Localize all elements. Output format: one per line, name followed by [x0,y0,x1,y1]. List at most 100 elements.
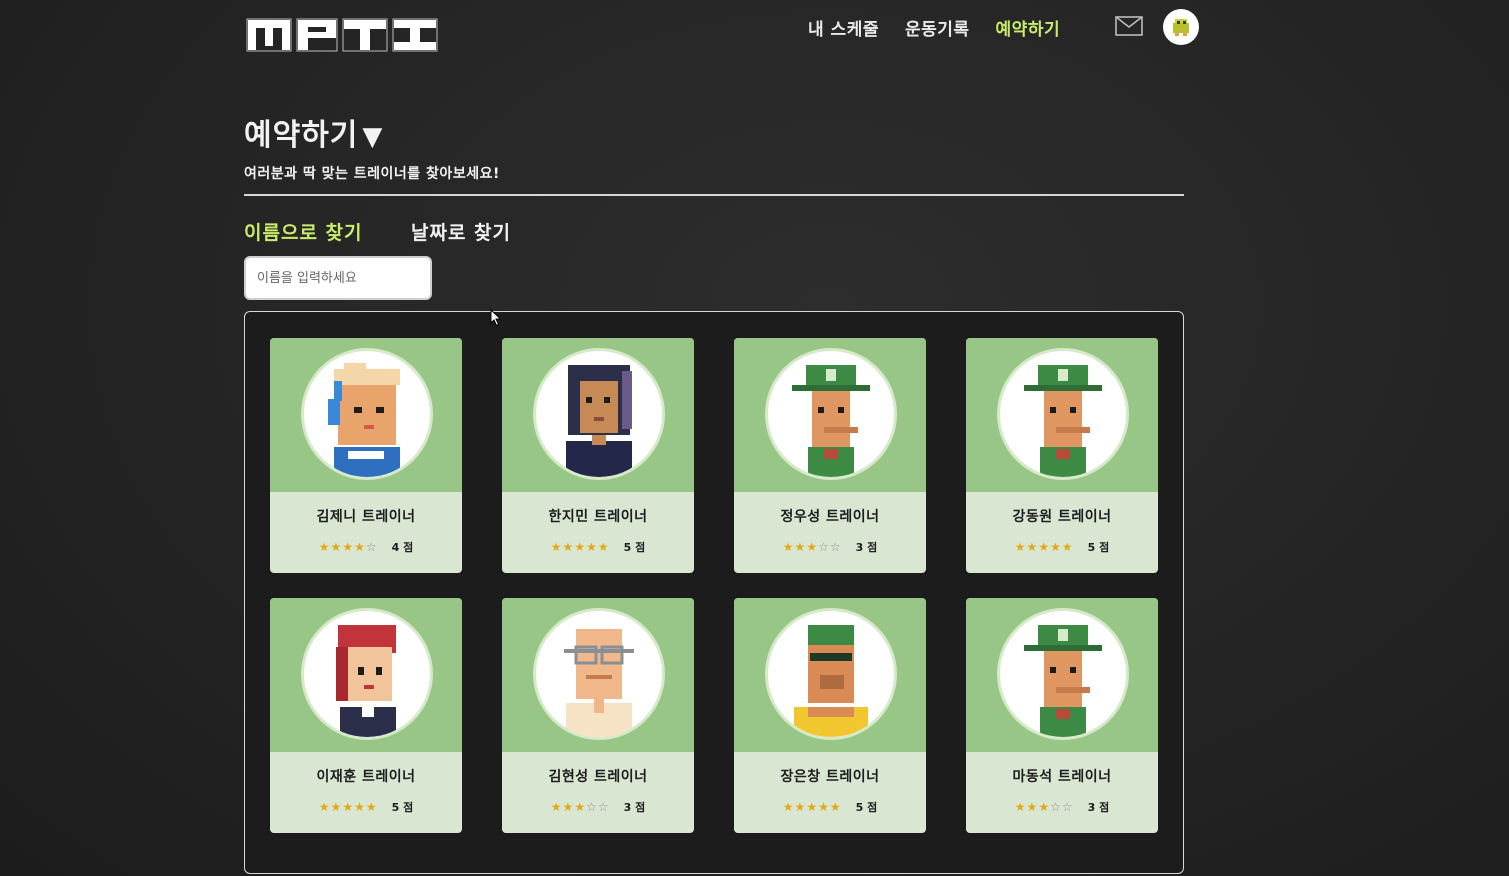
star-empty-icon: ☆ [1061,800,1073,814]
card-header [502,598,694,752]
caret-down-icon: ▼ [362,122,384,152]
bald-glasses-man-avatar-icon [533,608,665,740]
star-rating: ★ ★ ★ ★ ☆ [319,541,378,553]
card-header [734,338,926,492]
star-filled-icon: ★ [782,800,794,814]
star-filled-icon: ★ [318,540,330,554]
star-filled-icon: ★ [354,800,365,814]
trainer-rating: ★ ★ ★ ☆ ☆ 3 점 [734,539,926,555]
trainer-card[interactable]: 한지민 트레이너 ★ ★ ★ ★ ★ 5 점 [502,338,694,573]
star-filled-icon: ★ [1026,540,1038,554]
trainer-score: 4 점 [391,541,414,554]
trainer-card[interactable]: 강동원 트레이너 ★ ★ ★ ★ ★ 5 점 [966,338,1158,573]
star-filled-icon: ★ [818,800,829,814]
trainer-card[interactable]: 정우성 트레이너 ★ ★ ★ ☆ ☆ 3 점 [734,338,926,573]
main-nav: 내 스케줄 운동기록 예약하기 [808,14,1086,40]
star-filled-icon: ★ [342,540,354,554]
star-rating: ★ ★ ★ ☆ ☆ [551,801,610,813]
dark-hair-woman-avatar-icon [533,348,665,480]
trainer-rating: ★ ★ ★ ☆ ☆ 3 점 [502,799,694,815]
trainer-rating: ★ ★ ★ ★ ★ 5 점 [734,799,926,815]
green-cap-man-avatar-icon [997,348,1129,480]
trainer-name-search-input[interactable] [244,256,432,300]
mpti-logo[interactable] [246,16,438,54]
trainer-name: 김현성 트레이너 [548,769,648,785]
star-filled-icon: ★ [1026,800,1038,814]
headset-girl-avatar-icon [301,348,433,480]
trainer-score: 3 점 [623,801,646,814]
green-cap-man-avatar-icon [997,608,1129,740]
star-rating: ★ ★ ★ ☆ ☆ [783,541,842,553]
card-header [734,598,926,752]
trainer-rating: ★ ★ ★ ★ ★ 5 점 [502,539,694,555]
red-hair-girl-avatar-icon [301,608,433,740]
trainer-score: 5 점 [391,801,414,814]
star-filled-icon: ★ [829,800,841,814]
star-rating: ★ ★ ★ ★ ★ [1015,541,1074,553]
mail-icon[interactable] [1115,16,1143,36]
nav-my-schedule[interactable]: 내 스케줄 [808,15,879,40]
star-filled-icon: ★ [597,540,609,554]
star-filled-icon: ★ [550,800,562,814]
star-filled-icon: ★ [562,540,574,554]
tab-search-by-date[interactable]: 날짜로 찾기 [411,218,511,245]
trainer-rating: ★ ★ ★ ★ ☆ 4 점 [270,539,462,555]
card-header [270,598,462,752]
page-title-text: 예약하기 [244,118,359,153]
star-filled-icon: ★ [365,800,377,814]
nav-workout-log[interactable]: 운동기록 [905,15,970,40]
trainer-name: 장은창 트레이너 [780,769,880,785]
star-filled-icon: ★ [354,540,365,554]
star-filled-icon: ★ [794,800,806,814]
trainer-name: 이재훈 트레이너 [316,769,416,785]
trainer-rating: ★ ★ ★ ★ ★ 5 점 [270,799,462,815]
green-cap-man-avatar-icon [765,348,897,480]
star-empty-icon: ☆ [365,540,377,554]
star-rating: ★ ★ ★ ★ ★ [319,801,378,813]
sunglasses-man-avatar-icon [765,608,897,740]
star-filled-icon: ★ [330,800,342,814]
card-header [966,338,1158,492]
trainer-score: 5 점 [855,801,878,814]
star-filled-icon: ★ [318,800,330,814]
star-filled-icon: ★ [1061,540,1073,554]
star-filled-icon: ★ [794,540,806,554]
trainer-name: 정우성 트레이너 [780,509,880,525]
trainer-card[interactable]: 이재훈 트레이너 ★ ★ ★ ★ ★ 5 점 [270,598,462,833]
star-filled-icon: ★ [1038,540,1050,554]
trainer-score: 5 점 [623,541,646,554]
star-filled-icon: ★ [1014,800,1026,814]
star-filled-icon: ★ [550,540,562,554]
trainer-name: 김제니 트레이너 [316,509,416,525]
star-filled-icon: ★ [574,800,586,814]
trainer-card[interactable]: 장은창 트레이너 ★ ★ ★ ★ ★ 5 점 [734,598,926,833]
star-rating: ★ ★ ★ ★ ★ [783,801,842,813]
card-header [270,338,462,492]
star-filled-icon: ★ [562,800,574,814]
star-empty-icon: ☆ [829,540,841,554]
star-rating: ★ ★ ★ ★ ★ [551,541,610,553]
trainer-score: 5 점 [1087,541,1110,554]
trainer-card[interactable]: 김제니 트레이너 ★ ★ ★ ★ ☆ 4 점 [270,338,462,573]
trainer-card[interactable]: 마동석 트레이너 ★ ★ ★ ☆ ☆ 3 점 [966,598,1158,833]
page-title[interactable]: 예약하기 ▼ [244,110,383,154]
star-filled-icon: ★ [574,540,586,554]
nav-reservation[interactable]: 예약하기 [996,15,1061,40]
trainer-name: 한지민 트레이너 [548,509,648,525]
trainer-rating: ★ ★ ★ ☆ ☆ 3 점 [966,799,1158,815]
reservation-page: 내 스케줄 운동기록 예약하기 예약하기 ▼ 여러분과 딱 맞는 트레이너를 찾아… [0,0,1509,876]
star-filled-icon: ★ [1014,540,1026,554]
trainer-score: 3 점 [1087,801,1110,814]
star-filled-icon: ★ [1038,800,1050,814]
star-filled-icon: ★ [806,540,818,554]
trainer-card[interactable]: 김현성 트레이너 ★ ★ ★ ☆ ☆ 3 점 [502,598,694,833]
user-avatar-icon[interactable] [1163,9,1199,45]
trainer-score: 3 점 [855,541,878,554]
star-filled-icon: ★ [342,800,354,814]
star-empty-icon: ☆ [1050,800,1061,814]
mouse-cursor-icon [490,309,502,327]
logo-wordmark [246,18,438,52]
tab-search-by-name[interactable]: 이름으로 찾기 [244,218,363,245]
star-empty-icon: ☆ [597,800,609,814]
page-subtitle: 여러분과 딱 맞는 트레이너를 찾아보세요! [244,166,500,182]
